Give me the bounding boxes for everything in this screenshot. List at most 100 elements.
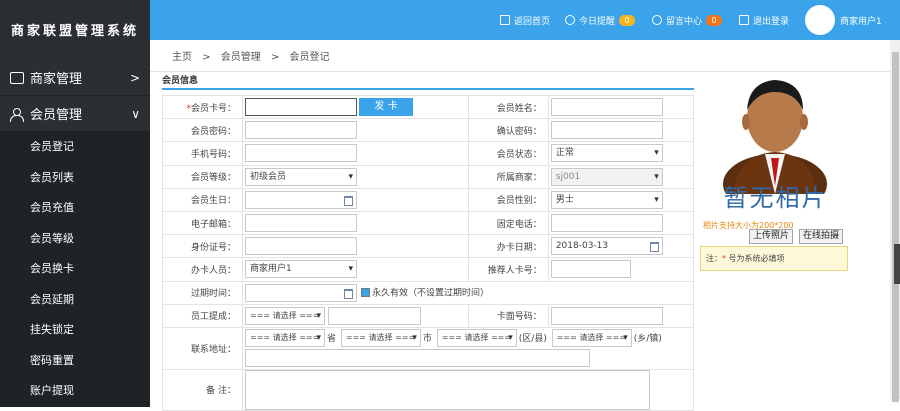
scrollbar-thumb[interactable] — [892, 52, 899, 402]
level-label: 会员等级： — [162, 164, 243, 189]
messages-count-badge: 0 — [706, 14, 723, 26]
province-select[interactable]: === 请选择 === — [245, 329, 325, 348]
town-unit: (乡/镇) — [633, 333, 662, 344]
issue-card-button[interactable]: 发 卡 — [359, 98, 413, 117]
sidebar-item-register[interactable]: 会员登记 — [0, 132, 150, 163]
home-icon — [500, 15, 510, 25]
permanent-checkbox[interactable] — [361, 288, 370, 298]
sidebar-item-password-reset[interactable]: 密码重置 — [0, 346, 150, 377]
chat-icon — [565, 15, 575, 25]
gender-label: 会员性别： — [467, 187, 549, 212]
birthday-input[interactable] — [245, 190, 357, 209]
page-scrollbar[interactable] — [890, 40, 900, 402]
operator-label: 办卡人员： — [162, 257, 243, 282]
email-cell — [242, 210, 469, 236]
breadcrumb-home[interactable]: 主页 — [172, 52, 192, 63]
id-label: 身份证号： — [162, 234, 243, 259]
sidebar-item-change-card[interactable]: 会员换卡 — [0, 254, 150, 285]
photo-placeholder: 暂无相片 — [703, 74, 848, 219]
city-select[interactable]: === 请选择 === — [340, 329, 421, 348]
issue-date-input[interactable]: 2018-03-13 — [550, 237, 663, 256]
today-reminder-link[interactable]: 今日提醒 0 — [565, 0, 636, 40]
remark-textarea[interactable] — [245, 369, 650, 410]
phone-cell — [242, 141, 469, 166]
email-input[interactable] — [245, 214, 357, 233]
brand-title: 商家联盟管理系统 — [10, 24, 139, 39]
sidebar-item-level[interactable]: 会员等级 — [0, 224, 150, 255]
message-center-link[interactable]: 留言中心 0 — [652, 0, 723, 40]
district-select[interactable]: === 请选择 === — [436, 329, 517, 348]
home-link[interactable]: 返回首页 — [500, 0, 550, 40]
card-face-input[interactable] — [550, 306, 663, 325]
topbar: 返回首页 今日提醒 0 留言中心 0 退出登录 商家用户1 — [150, 0, 900, 40]
address-label: 联系地址： — [162, 326, 243, 370]
chevron-down-icon: ∨ — [131, 106, 140, 121]
gender-cell: 男士 — [547, 187, 695, 212]
note-text: 号为系统必填项 — [726, 254, 785, 263]
today-label: 今日提醒 — [579, 16, 616, 27]
password-input[interactable] — [245, 121, 357, 140]
phone-label: 手机号码： — [162, 141, 243, 166]
issue-date-label: 办卡日期： — [467, 234, 549, 259]
email-label: 电子邮箱： — [162, 210, 243, 236]
remark-label: 备 注： — [162, 368, 243, 411]
merchant-select[interactable]: sj001 — [550, 167, 663, 186]
referrer-cell — [547, 257, 695, 282]
address-cell: === 请选择 ===省 === 请选择 ===市 === 请选择 ===(区/… — [242, 326, 694, 370]
sidebar-group-label: 商家管理 — [30, 72, 83, 87]
commission-label: 员工提成： — [162, 303, 243, 328]
avatar-illustration — [723, 80, 827, 214]
town-select[interactable]: === 请选择 === — [551, 329, 632, 348]
address-detail-input[interactable] — [245, 349, 590, 368]
name-input[interactable] — [550, 98, 663, 117]
required-note: 注：* 号为系统必填项 — [700, 246, 848, 271]
expire-cell: 永久有效（不设置过期时间） — [242, 280, 694, 305]
level-select[interactable]: 初级会员 — [245, 167, 357, 186]
card-no-input[interactable] — [245, 98, 357, 117]
tel-cell — [547, 210, 695, 236]
expire-input[interactable] — [245, 283, 357, 302]
confirm-password-input[interactable] — [550, 121, 663, 140]
operator-cell: 商家用户1 — [242, 257, 469, 282]
merchant-label: 所属商家： — [467, 164, 549, 189]
avatar[interactable] — [805, 5, 835, 35]
referrer-input[interactable] — [550, 260, 631, 279]
online-capture-button[interactable]: 在线拍摄 — [799, 229, 844, 244]
logout-link[interactable]: 退出登录 — [739, 0, 789, 40]
commission-select[interactable]: === 请选择 === — [245, 306, 325, 325]
sidebar-item-lock[interactable]: 挂失锁定 — [0, 315, 150, 346]
password-cell — [242, 118, 469, 143]
user-name[interactable]: 商家用户1 — [840, 0, 882, 40]
operator-select[interactable]: 商家用户1 — [245, 260, 357, 279]
bell-icon — [652, 15, 662, 25]
tel-label: 固定电话： — [467, 210, 549, 236]
member-form: *会员卡号： 发 卡 会员姓名： 会员密码： 确认密码： 手机号码： 会员状态：… — [162, 94, 695, 411]
sidebar-item-list[interactable]: 会员列表 — [0, 163, 150, 194]
sidebar-submenu: 会员登记 会员列表 会员充值 会员等级 会员换卡 会员延期 挂失锁定 密码重置 … — [0, 132, 150, 407]
birthday-label: 会员生日： — [162, 187, 243, 212]
breadcrumb-current: 会员登记 — [289, 52, 330, 63]
sidebar-item-extend[interactable]: 会员延期 — [0, 285, 150, 316]
sidebar-group-member[interactable]: 会员管理 ∨ — [0, 96, 150, 132]
side-panel-tab[interactable] — [894, 244, 900, 284]
card-face-cell — [547, 303, 695, 328]
commission-input[interactable] — [327, 306, 421, 325]
city-unit: 市 — [422, 333, 432, 344]
sidebar-item-withdraw[interactable]: 账户提现 — [0, 376, 150, 407]
id-input[interactable] — [245, 237, 357, 256]
no-photo-text: 暂无相片 — [723, 184, 828, 212]
commission-cell: === 请选择 === — [242, 303, 469, 328]
phone-input[interactable] — [245, 144, 357, 163]
section-title: 会员信息 — [162, 74, 694, 90]
status-select[interactable]: 正常 — [550, 144, 663, 163]
sidebar-item-recharge[interactable]: 会员充值 — [0, 193, 150, 224]
gender-select[interactable]: 男士 — [550, 190, 663, 209]
logout-icon — [739, 15, 749, 25]
province-unit: 省 — [327, 333, 337, 344]
home-label: 返回首页 — [514, 16, 551, 27]
upload-photo-button[interactable]: 上传照片 — [749, 229, 794, 244]
confirm-password-cell — [547, 118, 695, 143]
breadcrumb-member[interactable]: 会员管理 — [221, 52, 261, 63]
sidebar-group-merchant[interactable]: 商家管理 > — [0, 60, 150, 96]
tel-input[interactable] — [550, 214, 663, 233]
